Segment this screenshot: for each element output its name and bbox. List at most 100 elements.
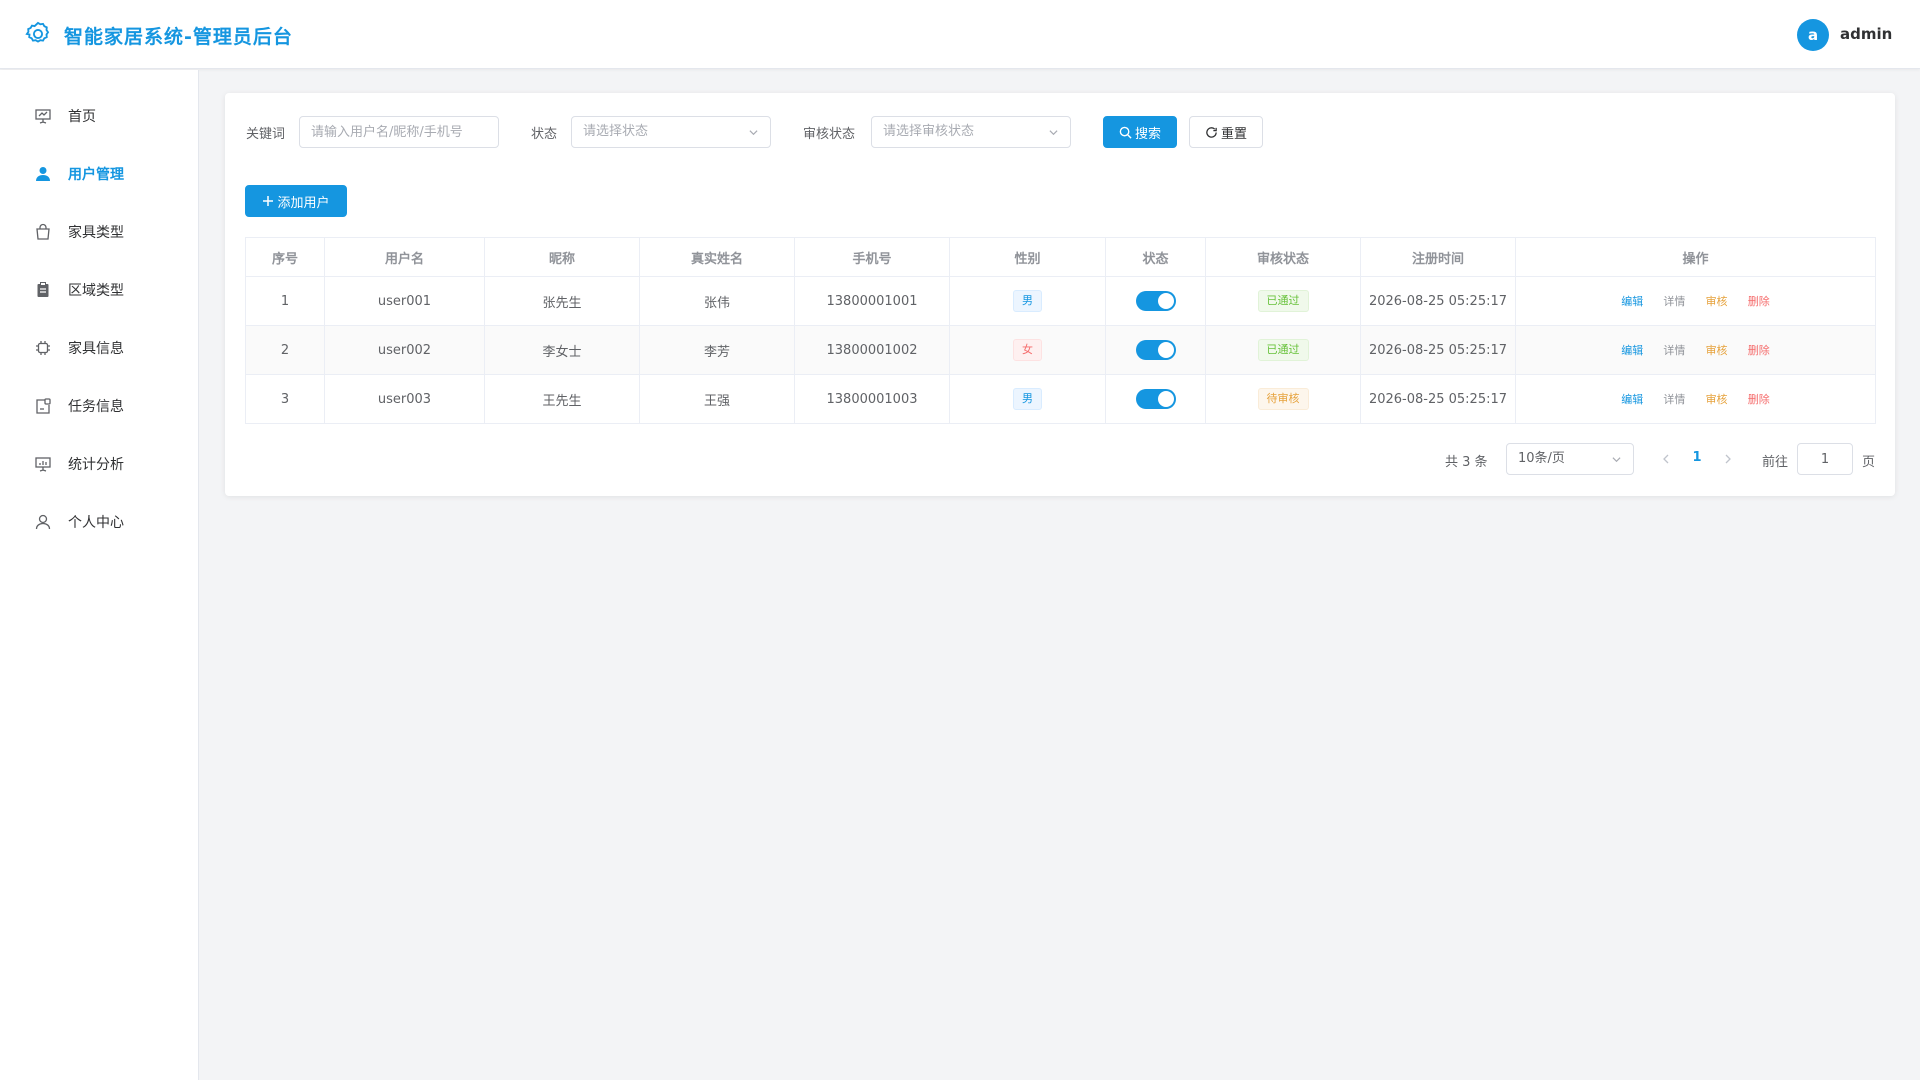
column-header: 昵称 <box>484 237 640 277</box>
pagination-total: 共 3 条 <box>1445 455 1488 470</box>
audit-status-select[interactable]: 请选择审核状态 <box>871 116 1071 148</box>
table-header-row: 序号 用户名 昵称 真实姓名 手机号 性别 状态 审核状态 注册时间 操作 <box>245 237 1876 277</box>
top-header: 智能家居系统-管理员后台 a admin <box>0 0 1920 69</box>
chart-board-icon <box>35 457 51 472</box>
sidebar: 首页 用户管理 家具类型 区域类型 家具信息 任务信息 统计分析 个人中心 <box>0 70 199 1080</box>
status-toggle[interactable] <box>1135 291 1176 311</box>
column-header: 操作 <box>1515 237 1876 277</box>
avatar[interactable]: a <box>1797 19 1829 51</box>
toggle-knob <box>1157 293 1174 309</box>
sidebar-item-furniture-types[interactable]: 家具类型 <box>0 203 199 261</box>
search-icon <box>1119 126 1132 139</box>
cell-status <box>1105 374 1206 424</box>
presentation-icon <box>35 109 51 124</box>
cell-status <box>1105 276 1206 326</box>
status-label: 状态 <box>531 127 558 142</box>
chevron-down-icon <box>749 130 758 136</box>
cell-realname: 李芳 <box>639 325 795 375</box>
sidebar-item-users[interactable]: 用户管理 <box>0 145 199 203</box>
shopping-bag-icon <box>36 223 50 240</box>
delete-link[interactable]: 删除 <box>1748 393 1770 406</box>
page-size-select[interactable]: 10条/页 <box>1506 443 1634 475</box>
delete-link[interactable]: 删除 <box>1748 344 1770 357</box>
detail-link[interactable]: 详情 <box>1663 344 1685 357</box>
audit-link[interactable]: 审核 <box>1706 344 1728 357</box>
username[interactable]: admin <box>1840 25 1892 43</box>
sidebar-item-statistics[interactable]: 统计分析 <box>0 435 199 493</box>
chevron-right-icon[interactable] <box>1720 450 1736 468</box>
cell-username: user003 <box>324 374 485 424</box>
sidebar-item-profile[interactable]: 个人中心 <box>0 493 199 551</box>
audit-tag: 待审核 <box>1257 388 1309 410</box>
cell-audit: 待审核 <box>1205 374 1361 424</box>
cell-actions: 编辑 详情 审核 删除 <box>1515 374 1876 424</box>
column-header: 性别 <box>949 237 1106 277</box>
cell-audit: 已通过 <box>1205 276 1361 326</box>
cell-realname: 王强 <box>639 374 795 424</box>
edit-link[interactable]: 编辑 <box>1621 344 1643 357</box>
column-header: 注册时间 <box>1360 237 1516 277</box>
user-filled-icon <box>36 167 50 181</box>
sidebar-item-home[interactable]: 首页 <box>0 87 199 145</box>
cell-index: 2 <box>245 325 325 375</box>
sidebar-item-label: 首页 <box>68 109 96 125</box>
toggle-knob <box>1157 391 1174 407</box>
status-toggle[interactable] <box>1135 389 1176 409</box>
sidebar-item-label: 家具信息 <box>68 341 124 357</box>
audit-select-placeholder: 请选择审核状态 <box>883 124 975 139</box>
chevron-left-icon[interactable] <box>1658 450 1674 468</box>
cell-nickname: 张先生 <box>484 276 640 326</box>
keyword-input[interactable] <box>299 116 499 148</box>
detail-link[interactable]: 详情 <box>1663 295 1685 308</box>
sidebar-item-label: 家具类型 <box>68 225 124 241</box>
column-header: 序号 <box>245 237 325 277</box>
cell-gender: 男 <box>949 276 1106 326</box>
add-user-button[interactable]: 添加用户 <box>245 185 347 217</box>
audit-tag: 已通过 <box>1257 290 1309 312</box>
column-header: 审核状态 <box>1205 237 1361 277</box>
column-header: 手机号 <box>794 237 950 277</box>
sidebar-item-label: 任务信息 <box>68 399 124 415</box>
add-user-button-label: 添加用户 <box>277 195 330 211</box>
chevron-down-icon <box>1612 457 1621 463</box>
edit-link[interactable]: 编辑 <box>1621 295 1643 308</box>
edit-link[interactable]: 编辑 <box>1621 393 1643 406</box>
sidebar-item-label: 用户管理 <box>68 167 124 183</box>
sidebar-item-furniture-info[interactable]: 家具信息 <box>0 319 199 377</box>
plus-icon <box>263 196 274 206</box>
task-icon <box>36 398 51 414</box>
column-header: 用户名 <box>324 237 485 277</box>
sidebar-item-area-types[interactable]: 区域类型 <box>0 261 199 319</box>
reset-button[interactable]: 重置 <box>1189 116 1263 148</box>
page-number-current[interactable]: 1 <box>1687 450 1707 465</box>
detail-link[interactable]: 详情 <box>1663 393 1685 406</box>
page-suffix: 页 <box>1862 455 1876 470</box>
cell-phone: 13800001003 <box>794 374 950 424</box>
table-row: 3 user003 王先生 王强 13800001003 男 待审核 2026-… <box>245 374 1876 424</box>
delete-link[interactable]: 删除 <box>1748 295 1770 308</box>
goto-page-input[interactable] <box>1797 443 1853 475</box>
sidebar-item-label: 区域类型 <box>68 283 124 299</box>
table-row: 1 user001 张先生 张伟 13800001001 男 已通过 2026-… <box>245 276 1876 326</box>
table-row: 2 user002 李女士 李芳 13800001002 女 已通过 2026-… <box>245 325 1876 375</box>
sidebar-item-tasks[interactable]: 任务信息 <box>0 377 199 435</box>
cell-registered: 2026-08-25 05:25:17 <box>1360 374 1516 424</box>
audit-status-label: 审核状态 <box>803 127 856 142</box>
user-icon <box>35 514 51 530</box>
column-header: 状态 <box>1105 237 1206 277</box>
audit-link[interactable]: 审核 <box>1706 295 1728 308</box>
gender-tag: 男 <box>1013 290 1042 312</box>
cell-registered: 2026-08-25 05:25:17 <box>1360 276 1516 326</box>
gender-tag: 男 <box>1013 388 1042 410</box>
status-select[interactable]: 请选择状态 <box>571 116 771 148</box>
app-title: 智能家居系统-管理员后台 <box>64 26 293 48</box>
cell-gender: 女 <box>949 325 1106 375</box>
toggle-knob <box>1157 342 1174 358</box>
status-toggle[interactable] <box>1135 340 1176 360</box>
search-button[interactable]: 搜索 <box>1103 116 1177 148</box>
cell-index: 3 <box>245 374 325 424</box>
cell-username: user001 <box>324 276 485 326</box>
status-select-placeholder: 请选择状态 <box>583 124 649 139</box>
search-button-label: 搜索 <box>1134 126 1161 142</box>
audit-link[interactable]: 审核 <box>1706 393 1728 406</box>
